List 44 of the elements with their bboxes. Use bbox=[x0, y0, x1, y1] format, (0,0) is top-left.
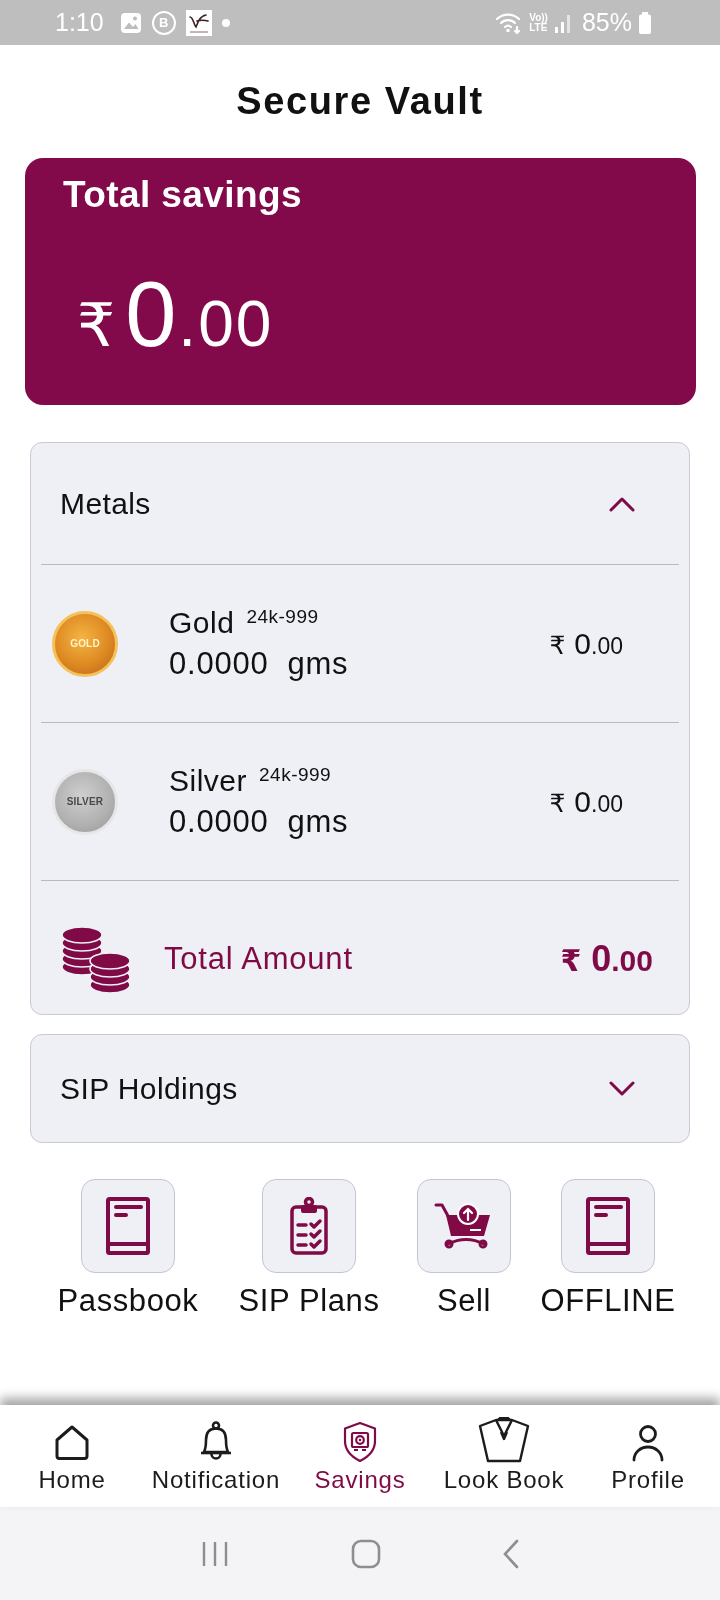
nav-tab[interactable]: Profile bbox=[576, 1405, 720, 1507]
action-label[interactable]: SIP Plans bbox=[238, 1283, 380, 1319]
savings-amount: ₹0.00 bbox=[77, 268, 274, 360]
coin-label: SILVER bbox=[66, 796, 104, 807]
purity-label: 24k-999 bbox=[259, 763, 332, 786]
metal-value: ₹ 0.00 bbox=[549, 784, 623, 819]
nav-tab[interactable]: Look Book bbox=[432, 1405, 576, 1507]
app-logo-icon bbox=[185, 9, 212, 36]
savings-title: Total savings bbox=[63, 174, 302, 216]
battery-icon bbox=[638, 11, 652, 34]
action-button[interactable] bbox=[417, 1179, 511, 1273]
nav-tab[interactable]: Savings bbox=[288, 1405, 432, 1507]
back-icon[interactable] bbox=[501, 1538, 520, 1569]
action-button[interactable] bbox=[561, 1179, 655, 1273]
volte-indicator: Vo)) LTE bbox=[529, 12, 548, 33]
coin-label: GOLD bbox=[70, 638, 100, 649]
metal-name: Silver bbox=[169, 763, 247, 798]
notification-dot-icon bbox=[221, 18, 230, 27]
home-button-icon[interactable] bbox=[351, 1538, 381, 1569]
battery-percentage: 85% bbox=[581, 8, 632, 37]
section-header[interactable]: SIP Holdings bbox=[31, 1035, 689, 1142]
book-icon bbox=[586, 1197, 630, 1255]
status-time: 1:10 bbox=[55, 8, 104, 37]
metal-quantity: 0.0000 gms bbox=[169, 803, 349, 840]
total-amount-value: ₹ 0.00 bbox=[560, 937, 653, 980]
book-icon bbox=[106, 1197, 150, 1255]
action-label[interactable]: Sell bbox=[436, 1283, 492, 1319]
action-label[interactable]: OFFLINE bbox=[540, 1283, 676, 1319]
action-button[interactable] bbox=[81, 1179, 175, 1273]
jacket-icon bbox=[477, 1417, 531, 1463]
metal-name: Gold bbox=[169, 605, 235, 640]
section-header[interactable]: Metals bbox=[31, 443, 689, 564]
metal-quantity: 0.0000 gms bbox=[169, 645, 349, 682]
total-amount-label: Total Amount bbox=[164, 940, 353, 977]
action-label[interactable]: Passbook bbox=[57, 1283, 199, 1319]
purity-label: 24k-999 bbox=[246, 605, 319, 628]
clipboard-icon bbox=[290, 1197, 328, 1255]
action-button[interactable] bbox=[262, 1179, 356, 1273]
nav-tab[interactable]: Home bbox=[0, 1405, 144, 1507]
chat-notification-icon: B bbox=[151, 10, 176, 35]
gallery-notification-icon bbox=[119, 11, 142, 34]
metal-value: ₹ 0.00 bbox=[549, 626, 623, 661]
page-title: Secure Vault bbox=[236, 80, 484, 123]
nav-tab[interactable]: Notification bbox=[144, 1405, 288, 1507]
